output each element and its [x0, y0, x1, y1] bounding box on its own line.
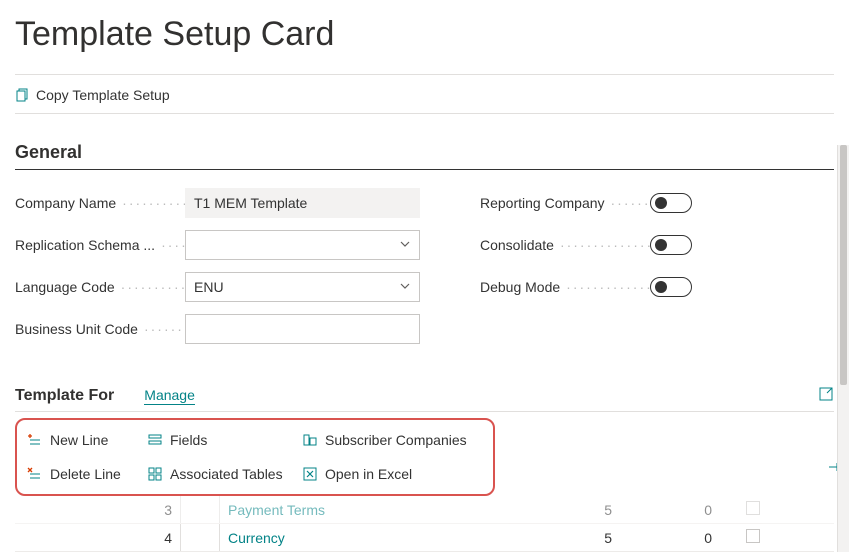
section-general-heading: General	[15, 122, 834, 170]
manage-button[interactable]: Manage	[144, 387, 195, 405]
row-val2: 0	[620, 502, 720, 518]
new-line-button[interactable]: New Line	[27, 432, 147, 448]
replication-schema-label: Replication Schema ...	[15, 237, 185, 253]
language-code-dropdown[interactable]: ENU	[185, 272, 420, 302]
fields-icon	[147, 432, 163, 448]
context-menu: New Line Fields Subscriber Companies Del…	[15, 418, 495, 496]
delete-line-icon	[27, 466, 43, 482]
menu-label: Associated Tables	[170, 466, 283, 482]
copy-template-label: Copy Template Setup	[36, 87, 170, 103]
row-number: 3	[55, 502, 180, 518]
menu-label: New Line	[50, 432, 108, 448]
business-unit-label: Business Unit Code	[15, 321, 185, 337]
copy-icon	[15, 87, 31, 103]
language-code-value: ENU	[194, 279, 224, 295]
delete-line-button[interactable]: Delete Line	[27, 466, 147, 482]
open-in-excel-button[interactable]: Open in Excel	[302, 466, 482, 482]
row-val1: 5	[500, 502, 620, 518]
general-section: Company Name T1 MEM Template Replication…	[15, 188, 834, 356]
reporting-company-label: Reporting Company	[480, 195, 650, 211]
business-unit-field[interactable]	[185, 314, 420, 344]
subscriber-icon	[302, 432, 318, 448]
scrollbar-thumb[interactable]	[840, 145, 847, 385]
copy-template-setup-button[interactable]: Copy Template Setup	[15, 87, 170, 103]
consolidate-toggle[interactable]	[650, 235, 692, 255]
template-for-title: Template For	[15, 387, 114, 405]
divider	[15, 74, 834, 75]
row-link[interactable]: Payment Terms	[228, 502, 325, 518]
menu-label: Fields	[170, 432, 207, 448]
action-bar: Copy Template Setup	[15, 83, 834, 113]
chevron-down-icon	[399, 280, 411, 295]
subscriber-companies-button[interactable]: Subscriber Companies	[302, 432, 482, 448]
divider	[15, 113, 834, 114]
menu-label: Open in Excel	[325, 466, 412, 482]
scrollbar[interactable]	[837, 145, 849, 552]
template-for-header: Template For Manage	[15, 356, 834, 412]
table-row[interactable]: 4 Currency 5 0	[15, 524, 834, 552]
company-name-label: Company Name	[15, 195, 185, 211]
menu-label: Delete Line	[50, 466, 121, 482]
replication-schema-dropdown[interactable]	[185, 230, 420, 260]
tables-icon	[147, 466, 163, 482]
new-line-icon	[27, 432, 43, 448]
debug-mode-label: Debug Mode	[480, 279, 650, 295]
company-name-value: T1 MEM Template	[194, 195, 307, 211]
row-checkbox[interactable]	[746, 529, 760, 543]
fields-button[interactable]: Fields	[147, 432, 302, 448]
debug-mode-toggle[interactable]	[650, 277, 692, 297]
row-checkbox[interactable]	[746, 501, 760, 515]
excel-icon	[302, 466, 318, 482]
page-title: Template Setup Card	[15, 15, 834, 54]
table-row[interactable]: 3 Payment Terms 5 0	[15, 496, 834, 524]
associated-tables-button[interactable]: Associated Tables	[147, 466, 302, 482]
language-code-label: Language Code	[15, 279, 185, 295]
consolidate-label: Consolidate	[480, 237, 650, 253]
company-name-field[interactable]: T1 MEM Template	[185, 188, 420, 218]
chevron-down-icon	[399, 238, 411, 253]
expand-icon[interactable]	[818, 386, 834, 405]
reporting-company-toggle[interactable]	[650, 193, 692, 213]
menu-label: Subscriber Companies	[325, 432, 467, 448]
